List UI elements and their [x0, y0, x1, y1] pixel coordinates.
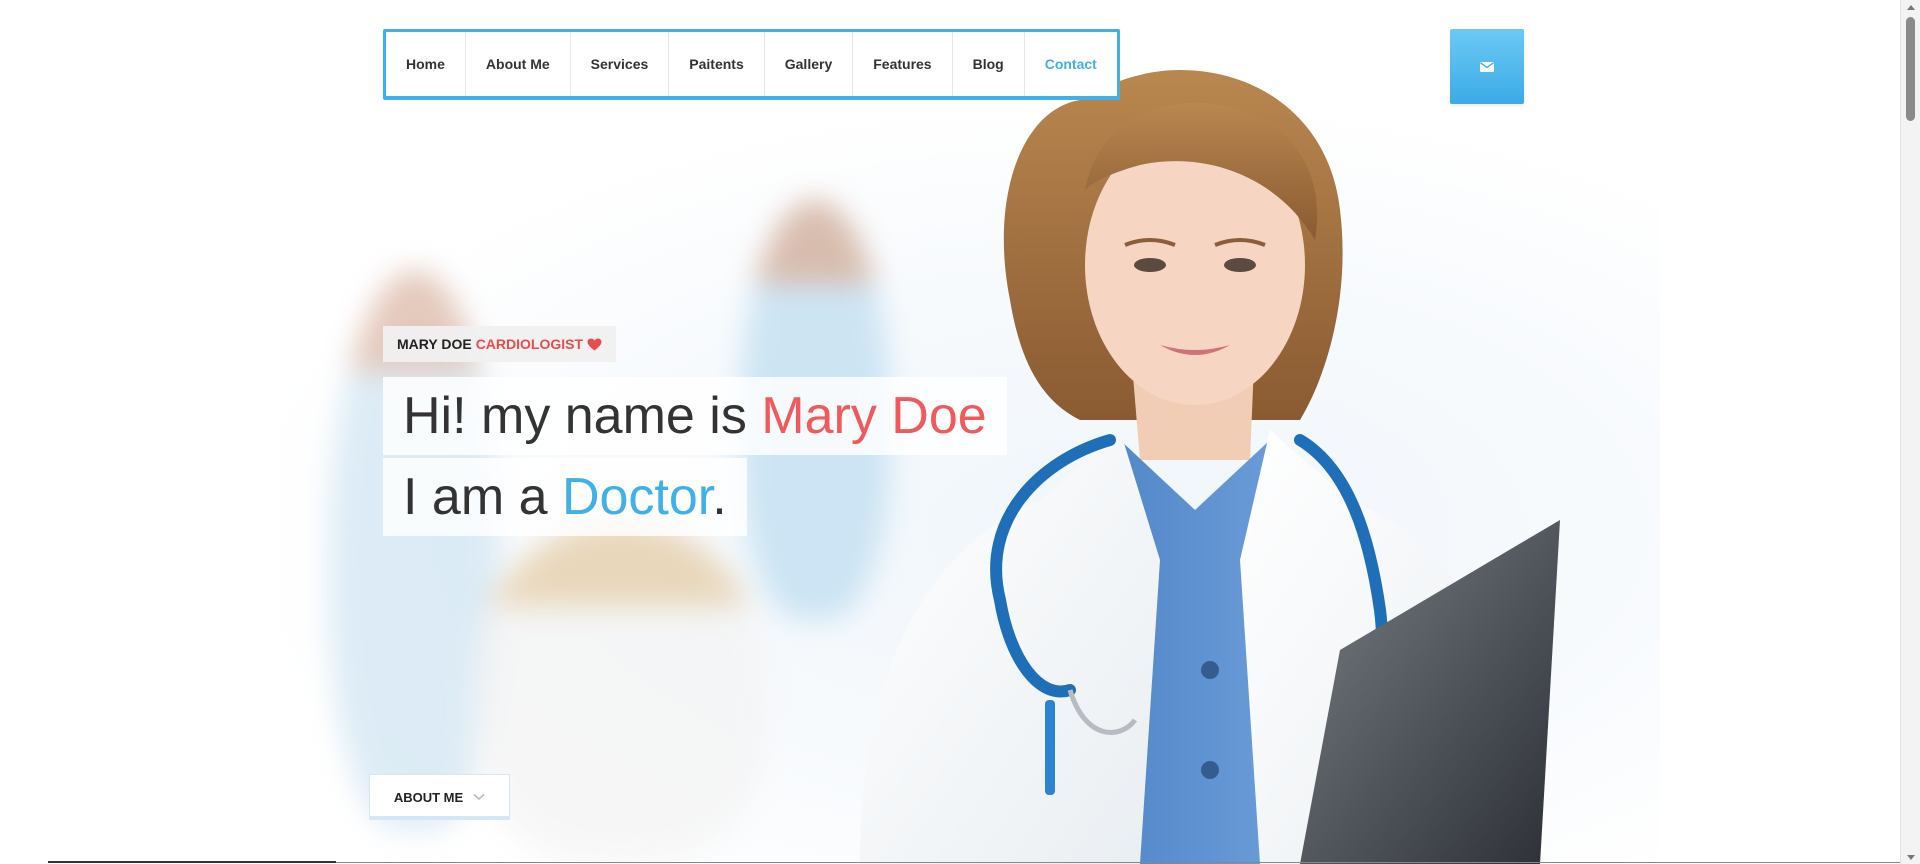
about-me-button[interactable]: ABOUT ME: [369, 774, 510, 820]
doctor-name-label: MARY DOE: [397, 336, 472, 352]
nav-item-contact[interactable]: Contact: [1025, 32, 1117, 96]
page-divider-line: [336, 862, 1900, 863]
headline-intro: I am a: [403, 468, 562, 526]
background-patient-figure: [470, 520, 770, 864]
page: Home About Me Services Paitents Gallery …: [0, 0, 1920, 864]
headline-line-1: Hi! my name is Mary Doe: [383, 377, 1007, 455]
nav-item-about-me[interactable]: About Me: [466, 32, 571, 96]
mail-button[interactable]: [1450, 29, 1524, 104]
chevron-down-icon: [473, 793, 485, 801]
role-badge: MARY DOE CARDIOLOGIST: [383, 326, 617, 362]
heart-icon: [587, 338, 602, 351]
headline-role: Doctor: [561, 468, 713, 526]
about-me-label: ABOUT ME: [393, 789, 464, 805]
envelope-icon: [1480, 61, 1494, 72]
page-divider: [48, 861, 336, 863]
nav-item-blog[interactable]: Blog: [953, 32, 1025, 96]
nav-item-services[interactable]: Services: [571, 32, 670, 96]
nav-item-patients[interactable]: Paitents: [669, 32, 765, 96]
headline-line-2: I am a Doctor.: [383, 458, 747, 536]
nav-item-home[interactable]: Home: [386, 32, 466, 96]
page-scrollbar[interactable]: [1900, 0, 1920, 864]
headline-period: .: [712, 468, 727, 526]
scroll-down-arrow-icon[interactable]: [1901, 850, 1920, 864]
headline-name: Mary Doe: [761, 387, 987, 445]
scroll-up-arrow-icon[interactable]: [1901, 0, 1920, 14]
nav-item-gallery[interactable]: Gallery: [765, 32, 854, 96]
scrollbar-thumb[interactable]: [1906, 17, 1915, 121]
headline-greeting: Hi! my name is: [403, 387, 762, 445]
doctor-title-label: CARDIOLOGIST: [475, 336, 584, 352]
main-navigation: Home About Me Services Paitents Gallery …: [383, 29, 1120, 100]
nav-item-features[interactable]: Features: [853, 32, 953, 96]
